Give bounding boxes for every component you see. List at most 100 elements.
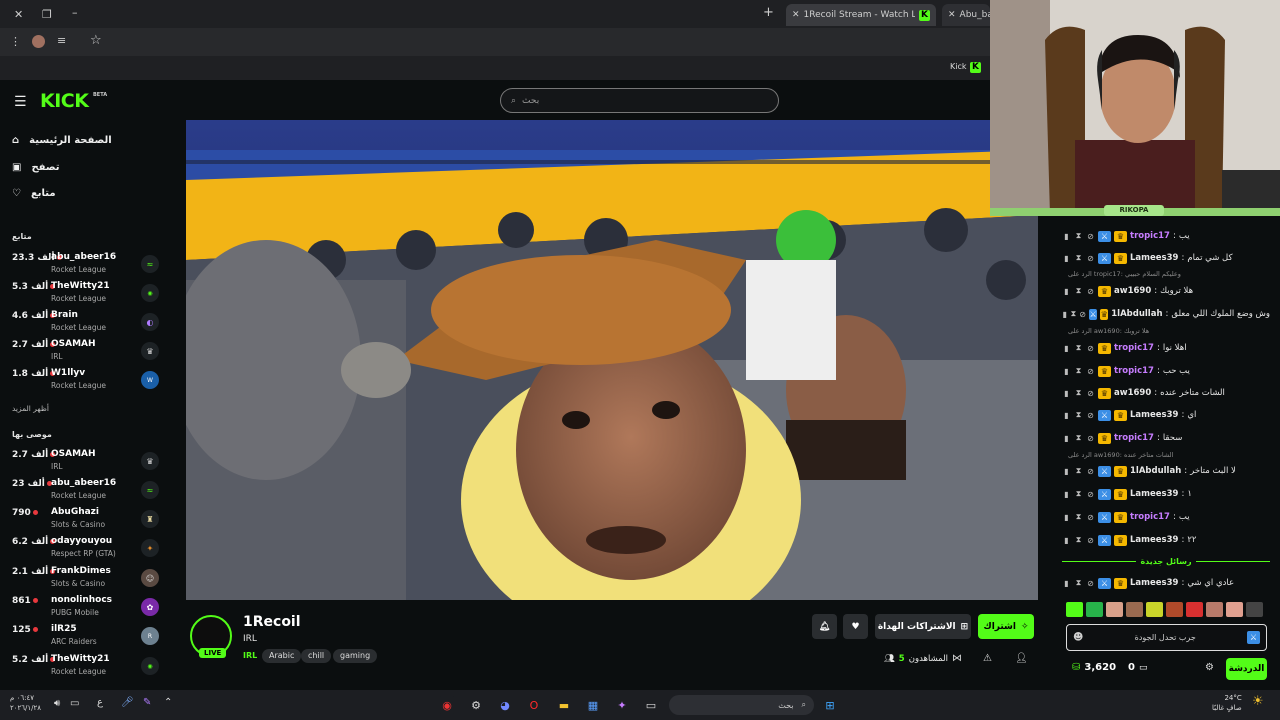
channel-item[interactable]: 5.2 ألف TheWitty21 Rocket League ◉	[12, 653, 160, 681]
streamer-name[interactable]: 1Recoil	[243, 614, 301, 630]
taskbar-clock[interactable]: ٠٦:٤٧ م ٢٠٢٦/١/٢٨	[10, 693, 41, 713]
tag[interactable]: gaming	[333, 649, 378, 663]
bookmark-kick[interactable]: Kick	[950, 62, 967, 71]
pin-icon[interactable]: ▮	[1062, 513, 1071, 522]
ban-icon[interactable]: ⊘	[1086, 344, 1095, 353]
tag[interactable]: chill	[301, 649, 332, 663]
timeout-icon[interactable]: ⧗	[1074, 366, 1083, 376]
timeout-icon[interactable]: ⧗	[1074, 466, 1083, 476]
timeout-icon[interactable]: ⧗	[1074, 231, 1083, 241]
chat-message[interactable]: ▮ ⧗ ⊘ ⚔ ♛ Lamees39: كل شي تمام	[1062, 250, 1270, 266]
ban-icon[interactable]: ⊘	[1086, 490, 1095, 499]
chat-username[interactable]: 1lAbdullah	[1111, 309, 1162, 319]
weather-widget[interactable]: 24°C صافٍ غالبًا	[1212, 693, 1242, 713]
chat-username[interactable]: tropic17	[1114, 433, 1154, 443]
chat-username[interactable]: aw1690	[1114, 286, 1151, 296]
profile-avatar[interactable]	[32, 35, 45, 48]
channel-item[interactable]: 2.1 ألف FrankDimes Slots & Casino ☺	[12, 565, 160, 593]
channel-item[interactable]: 2.7 ألف OSAMAH IRL ♛	[12, 448, 160, 476]
chat-message[interactable]: ▮ ⧗ ⊘ ⚔ ♛ Lamees39:١	[1062, 486, 1270, 502]
chat-message[interactable]: ▮ ⧗ ⊘ ♛ tropic17: سحقا	[1062, 430, 1270, 446]
ban-icon[interactable]: ⊘	[1086, 389, 1095, 398]
channel-item[interactable]: 23 ألف abu_abeer16 Rocket League ≈	[12, 477, 160, 505]
discord-taskbar-icon[interactable]: ◕	[496, 696, 514, 714]
ban-icon[interactable]: ⊘	[1086, 254, 1095, 263]
language-indicator[interactable]: ع	[97, 697, 103, 708]
gift-subs-button[interactable]: الاشتراكات الهداة ⊞	[875, 614, 971, 639]
channel-item[interactable]: 4.6 ألف Brain Rocket League ◐	[12, 309, 160, 337]
network-icon[interactable]: ▭	[70, 698, 79, 709]
taskview-icon[interactable]: ▭	[642, 696, 660, 714]
search-input[interactable]: ⌕ بحث	[500, 88, 779, 113]
tab-second[interactable]: ✕ Abu_ba	[942, 4, 990, 26]
tag-category[interactable]: IRL	[236, 649, 264, 663]
channel-item[interactable]: 861 nonolinhocs PUBG Mobile ✿	[12, 594, 160, 622]
pin-icon[interactable]: ▮	[1062, 310, 1068, 319]
pin-icon[interactable]: ▮	[1062, 344, 1071, 353]
emote-icon[interactable]	[1226, 602, 1243, 617]
emote-icon[interactable]	[1126, 602, 1143, 617]
ban-icon[interactable]: ⊘	[1086, 434, 1095, 443]
pin-icon[interactable]: ▮	[1062, 232, 1071, 241]
ban-icon[interactable]: ⊘	[1086, 536, 1095, 545]
emote-icon[interactable]	[1146, 602, 1163, 617]
chat-message[interactable]: ▮ ⧗ ⊘ ⚔ ♛ Lamees39: اي	[1062, 407, 1270, 423]
ban-icon[interactable]: ⊘	[1086, 287, 1095, 296]
chat-message[interactable]: ▮ ⧗ ⊘ ⚔ ♛ 1lAbdullah: لا البث متاخر	[1062, 463, 1270, 479]
timeout-icon[interactable]: ⧗	[1074, 286, 1083, 296]
chat-message[interactable]: ▮ ⧗ ⊘ ♛ tropic17: يب حب	[1062, 363, 1270, 379]
report-icon[interactable]: ⚠	[983, 653, 992, 664]
emote-icon[interactable]	[1086, 602, 1103, 617]
copilot-taskbar-icon[interactable]: ✦	[613, 696, 631, 714]
timeout-icon[interactable]: ⧗	[1071, 309, 1077, 319]
reading-list-icon[interactable]: ≡	[57, 34, 66, 47]
chat-message[interactable]: ▮ ⧗ ⊘ ⚔ ♛ Lamees39:٢٢	[1062, 532, 1270, 548]
emote-icon[interactable]	[1166, 602, 1183, 617]
timeout-icon[interactable]: ⧗	[1074, 535, 1083, 545]
chat-username[interactable]: tropic17	[1130, 231, 1170, 241]
chat-username[interactable]: Lamees39	[1130, 410, 1178, 420]
windows-start-icon[interactable]: ⊞	[821, 696, 839, 714]
emote-icon[interactable]	[1186, 602, 1203, 617]
share-icon[interactable]: ⋈	[952, 653, 962, 664]
timeout-icon[interactable]: ⧗	[1074, 512, 1083, 522]
timeout-icon[interactable]: ⧗	[1074, 410, 1083, 420]
emote-icon[interactable]	[1106, 602, 1123, 617]
follow-heart-button[interactable]: ♥	[843, 614, 868, 639]
chat-username[interactable]: 1lAbdullah	[1130, 466, 1181, 476]
chat-message[interactable]: ▮ ⧗ ⊘ ⚔ ♛ 1lAbdullah: وش وضع الملوك اللي معلق	[1062, 306, 1270, 322]
emote-icon[interactable]	[1246, 602, 1263, 617]
minimize-window-icon[interactable]: –	[72, 6, 78, 19]
chat-username[interactable]: Lamees39	[1130, 578, 1178, 588]
timeout-icon[interactable]: ⧗	[1074, 388, 1083, 398]
chat-username[interactable]: Lamees39	[1130, 489, 1178, 499]
pin-icon[interactable]: ▮	[1062, 490, 1071, 499]
speaker-icon[interactable]: 🔊︎	[54, 698, 60, 709]
chat-message[interactable]: ▮ ⧗ ⊘ ⚔ ♛ Lamees39: عادي اي شي	[1062, 575, 1270, 591]
chat-message[interactable]: ▮ ⧗ ⊘ ♛ tropic17: اهلا نوا	[1062, 340, 1270, 356]
channel-item[interactable]: 1.8 ألف W1llyv Rocket League W	[12, 367, 160, 395]
kick-logo[interactable]: KICK	[40, 90, 89, 112]
add-user-icon[interactable]: 👤︎	[1015, 653, 1028, 664]
chat-username[interactable]: tropic17	[1114, 343, 1154, 353]
bookmark-star-icon[interactable]: ☆	[90, 33, 102, 48]
chevron-up-icon[interactable]: ⌃	[164, 697, 172, 708]
pin-icon[interactable]: ▮	[1062, 389, 1071, 398]
chat-username[interactable]: Lamees39	[1130, 535, 1178, 545]
subscribe-button[interactable]: اشتراك ✧	[978, 614, 1034, 639]
microphone-icon[interactable]: 🎤︎	[121, 697, 134, 708]
pin-icon[interactable]: ▮	[1062, 411, 1071, 420]
chat-input[interactable]: ☻ جرب تحدل الجودة ⚔	[1066, 624, 1267, 651]
timeout-icon[interactable]: ⧗	[1074, 433, 1083, 443]
opera-taskbar-icon[interactable]: O	[525, 696, 543, 714]
show-more-link[interactable]: أظهر المزيد	[12, 404, 49, 413]
ban-icon[interactable]: ⊘	[1086, 232, 1095, 241]
pin-icon[interactable]: ▮	[1062, 254, 1071, 263]
new-tab-icon[interactable]: +	[763, 5, 774, 20]
channel-item[interactable]: 5.3 ألف TheWitty21 Rocket League ◉	[12, 280, 160, 308]
chat-message[interactable]: ▮ ⧗ ⊘ ⚔ ♛ tropic17: يب	[1062, 228, 1270, 244]
pin-icon[interactable]: ▮	[1062, 367, 1071, 376]
channel-item[interactable]: 125 ilR25 ARC Raiders R	[12, 623, 160, 651]
chat-username[interactable]: Lamees39	[1130, 253, 1178, 263]
restore-window-icon[interactable]: ❐	[42, 8, 52, 21]
